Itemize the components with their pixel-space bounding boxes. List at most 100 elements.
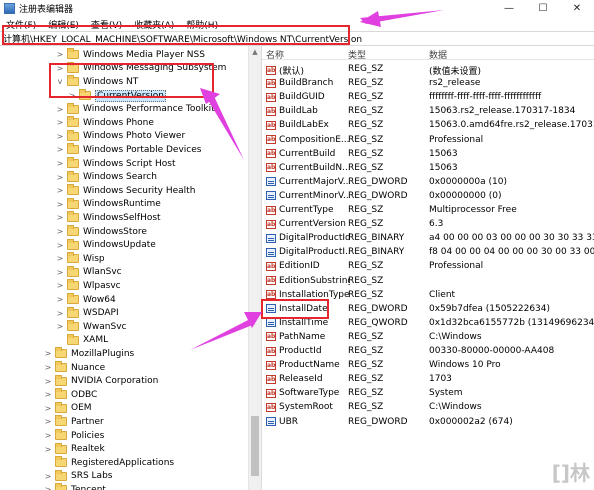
column-header-data[interactable]: 数据 xyxy=(429,48,447,61)
column-header-name[interactable]: 名称 xyxy=(266,48,284,61)
values-list-pane[interactable]: 名称 类型 数据 ab (默认) REG_SZ (数值未设置) ab BuildBranc… xyxy=(262,46,594,490)
tree-item-label: Wlpasvc xyxy=(83,280,121,291)
value-row[interactable]: ab EditionSubstring REG_SZ xyxy=(262,274,594,288)
value-row[interactable]: ab CompositionE... REG_SZ Professional xyxy=(262,133,594,147)
tree-item[interactable]: > Partner xyxy=(44,415,104,429)
scroll-up-icon[interactable]: ▲ xyxy=(249,46,261,58)
chevron-right-icon[interactable]: > xyxy=(56,118,64,127)
tree-item[interactable]: > Policies xyxy=(44,429,104,443)
chevron-right-icon[interactable]: > xyxy=(56,132,64,141)
value-row[interactable]: ab BuildLabEx REG_SZ 15063.0.amd64fre.rs2_r… xyxy=(262,118,594,132)
chevron-right-icon[interactable]: > xyxy=(44,363,52,372)
chevron-right-icon[interactable]: > xyxy=(44,349,52,358)
tree-item[interactable]: > Wlpasvc xyxy=(56,279,121,293)
value-row[interactable]: ab BuildBranch REG_SZ rs2_release xyxy=(262,76,594,90)
value-row[interactable]: CurrentMinorV... REG_DWORD 0x00000000 (0) xyxy=(262,189,594,203)
value-row[interactable]: ab SystemRoot REG_SZ C:\Windows xyxy=(262,400,594,414)
tree-item[interactable]: > Wow64 xyxy=(56,293,116,307)
chevron-right-icon[interactable]: > xyxy=(56,309,64,318)
value-row[interactable]: ab BuildGUID REG_SZ ffffffff-ffff-ffff-ffff… xyxy=(262,90,594,104)
string-value-icon: ab xyxy=(266,346,276,356)
chevron-right-icon[interactable]: > xyxy=(56,145,64,154)
chevron-right-icon[interactable]: > xyxy=(56,213,64,222)
tree-item[interactable]: > MozillaPlugins xyxy=(44,347,134,361)
tree-item[interactable]: > NVIDIA Corporation xyxy=(44,374,158,388)
value-name: CurrentBuildN... xyxy=(279,162,350,173)
chevron-right-icon[interactable]: > xyxy=(56,268,64,277)
highlight-address-box xyxy=(2,25,350,45)
chevron-right-icon[interactable]: > xyxy=(56,322,64,331)
chevron-right-icon[interactable]: > xyxy=(56,186,64,195)
tree-item[interactable]: > Windows Performance Toolkit xyxy=(56,102,215,116)
tree-item[interactable]: > Tencent xyxy=(44,483,106,490)
tree-item[interactable]: > Windows Script Host xyxy=(56,157,176,171)
tree-item[interactable]: RegisteredApplications xyxy=(44,456,174,470)
value-row[interactable]: ab (默认) REG_SZ (数值未设置) xyxy=(262,62,594,77)
value-row[interactable]: ab ProductId REG_SZ 00330-80000-00000-AA408 xyxy=(262,344,594,358)
tree-item[interactable]: > WindowsStore xyxy=(56,225,147,239)
value-row[interactable]: ab ProductName REG_SZ Windows 10 Pro xyxy=(262,358,594,372)
chevron-right-icon[interactable]: > xyxy=(56,105,64,114)
value-type: REG_SZ xyxy=(348,205,384,215)
chevron-right-icon[interactable]: > xyxy=(56,295,64,304)
value-row[interactable]: ab CurrentVersion REG_SZ 6.3 xyxy=(262,217,594,231)
tree-item[interactable]: > Windows Portable Devices xyxy=(56,143,201,157)
value-row[interactable]: ab SoftwareType REG_SZ System xyxy=(262,386,594,400)
chevron-right-icon[interactable]: > xyxy=(44,417,52,426)
tree-item[interactable]: > WindowsSelfHost xyxy=(56,211,161,225)
value-row[interactable]: UBR REG_DWORD 0x000002a2 (674) xyxy=(262,415,594,429)
maximize-button[interactable]: ☐ xyxy=(526,0,560,17)
chevron-right-icon[interactable]: > xyxy=(56,200,64,209)
value-row[interactable]: CurrentMajorV... REG_DWORD 0x0000000a (10) xyxy=(262,175,594,189)
tree-item[interactable]: > WindowsRuntime xyxy=(56,197,161,212)
chevron-right-icon[interactable]: > xyxy=(44,472,52,481)
tree-item[interactable]: > WwanSvc xyxy=(56,320,126,334)
chevron-right-icon[interactable]: > xyxy=(56,227,64,236)
window-title: 注册表编辑器 xyxy=(19,5,74,15)
chevron-right-icon[interactable]: > xyxy=(56,241,64,250)
value-row[interactable]: ab BuildLab REG_SZ 15063.rs2_release.170317… xyxy=(262,104,594,118)
value-row[interactable]: ab ReleaseId REG_SZ 1703 xyxy=(262,372,594,386)
tree-item[interactable]: > Nuance xyxy=(44,361,105,375)
tree-scrollbar[interactable]: ▲ xyxy=(248,46,261,490)
tree-item[interactable]: > Windows Security Health xyxy=(56,184,195,198)
value-row[interactable]: ab EditionID REG_SZ Professional xyxy=(262,259,594,273)
regedit-app-icon xyxy=(4,3,15,14)
tree-item[interactable]: > Windows Search xyxy=(56,170,157,184)
chevron-right-icon[interactable]: > xyxy=(44,485,52,490)
tree-item[interactable]: > WindowsUpdate xyxy=(56,238,156,252)
column-header-type[interactable]: 类型 xyxy=(348,48,366,61)
value-name: CompositionE... xyxy=(279,134,350,145)
tree-item[interactable]: > Windows Phone xyxy=(56,116,154,130)
value-row[interactable]: ab CurrentBuild REG_SZ 15063 xyxy=(262,147,594,161)
tree-item[interactable]: > Wisp xyxy=(56,252,105,266)
close-button[interactable]: ✕ xyxy=(560,0,594,17)
tree-item[interactable]: > SRS Labs xyxy=(44,469,112,484)
chevron-right-icon[interactable]: > xyxy=(44,390,52,399)
chevron-right-icon[interactable]: > xyxy=(44,445,52,454)
tree-item[interactable]: > Windows Photo Viewer xyxy=(56,129,185,144)
chevron-right-icon[interactable]: > xyxy=(44,431,52,440)
tree-item[interactable]: > WSDAPI xyxy=(56,306,119,320)
tree-item[interactable]: > Realtek xyxy=(44,442,105,456)
scrollbar-thumb[interactable] xyxy=(251,416,259,476)
chevron-right-icon[interactable]: > xyxy=(56,254,64,263)
tree-item[interactable]: > ODBC xyxy=(44,388,97,402)
value-row[interactable]: DigitalProductI... REG_BINARY f8 04 00 00 … xyxy=(262,245,594,259)
chevron-right-icon[interactable]: > xyxy=(56,173,64,182)
value-row[interactable]: ab CurrentType REG_SZ Multiprocessor Free xyxy=(262,203,594,217)
chevron-right-icon[interactable]: > xyxy=(56,50,64,59)
key-tree-pane[interactable]: ▲ > Windows Media Player NSS > Windows Mess… xyxy=(0,46,262,490)
chevron-right-icon[interactable]: > xyxy=(44,377,52,386)
minimize-button[interactable]: — xyxy=(492,0,526,17)
tree-item[interactable]: > Windows Media Player NSS xyxy=(56,48,205,62)
tree-item[interactable]: > OEM xyxy=(44,401,92,416)
chevron-right-icon[interactable]: > xyxy=(56,281,64,290)
chevron-right-icon[interactable]: > xyxy=(56,159,64,168)
tree-item[interactable]: XAML xyxy=(56,333,108,348)
chevron-right-icon[interactable]: > xyxy=(44,404,52,413)
value-row[interactable]: DigitalProductId REG_BINARY a4 00 00 00 03… xyxy=(262,231,594,245)
value-row[interactable]: ab PathName REG_SZ C:\Windows xyxy=(262,330,594,344)
value-row[interactable]: ab CurrentBuildN... REG_SZ 15063 xyxy=(262,161,594,175)
tree-item[interactable]: > WlanSvc xyxy=(56,265,122,280)
